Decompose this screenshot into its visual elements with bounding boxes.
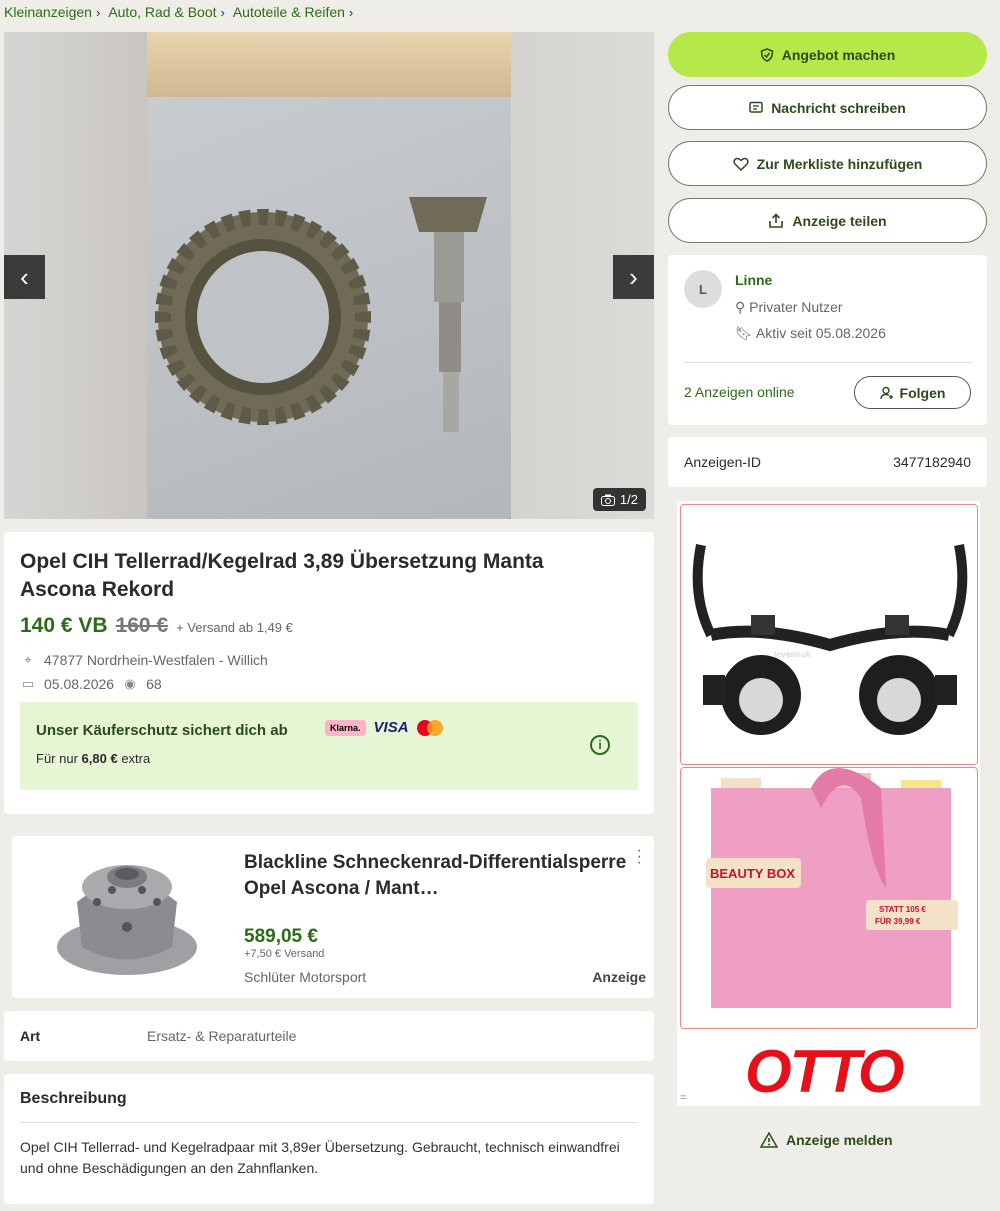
make-offer-button[interactable]: Angebot machen xyxy=(668,32,987,77)
image-counter: 1/2 xyxy=(592,488,646,511)
view-count: 68 xyxy=(146,676,162,692)
user-plus-icon xyxy=(879,386,893,399)
sponsored-listing[interactable]: Blackline Schneckenrad-Differentialsperr… xyxy=(12,836,654,998)
follow-button[interactable]: Folgen xyxy=(854,376,971,409)
share-listing-button[interactable]: Anzeige teilen xyxy=(668,198,987,243)
sponsored-title[interactable]: Blackline Schneckenrad-Differentialsperr… xyxy=(244,850,634,902)
ad-menu-icon[interactable]: = xyxy=(680,1092,686,1104)
listing-id-label: Anzeigen-ID xyxy=(684,454,762,470)
listing-title: Opel CIH Tellerrad/Kegelrad 3,89 Überset… xyxy=(20,550,544,601)
shield-icon xyxy=(760,47,774,62)
listing-id-value: 3477182940 xyxy=(893,454,971,470)
breadcrumb-item-kleinanzeigen[interactable]: Kleinanzeigen › xyxy=(4,4,100,20)
date: 05.08.2026 xyxy=(44,676,115,692)
seller-name[interactable]: Linne xyxy=(735,272,772,288)
ad-label: Anzeige xyxy=(592,969,646,985)
visa-logo: VISA xyxy=(373,719,409,736)
svg-text:STATT 105 €: STATT 105 € xyxy=(879,905,926,914)
shipping-info: + Versand ab 1,49 € xyxy=(176,620,293,635)
beauty-box-bag-image: BEAUTY BOX STATT 105 € FÜR 39,99 € xyxy=(681,768,977,1028)
avatar[interactable]: L xyxy=(684,270,722,308)
location-row: ⌖ 47877 Nordrhein-Westfalen - Willich xyxy=(20,652,638,668)
magnifier-glasses-image: levenhuk xyxy=(681,505,977,764)
attributes-card: Art Ersatz- & Reparaturteile xyxy=(4,1011,654,1061)
bookmark-icon: 🔖︎ xyxy=(735,325,756,341)
listing-id-card: Anzeigen-ID 3477182940 xyxy=(668,437,987,487)
klarna-logo: Klarna. xyxy=(325,719,366,736)
description-card: Beschreibung Opel CIH Tellerrad- und Keg… xyxy=(4,1074,654,1204)
seller-card: L Linne ⚲ Privater Nutzer 🔖︎ Aktiv seit … xyxy=(668,255,987,425)
more-options-icon[interactable]: · · · xyxy=(637,843,642,871)
eye-icon: ◉ xyxy=(124,676,136,691)
breadcrumb-item-autoteile[interactable]: Autoteile & Reifen › xyxy=(233,4,353,20)
external-ad-banner[interactable]: ▷ ⋮ levenhuk BEAUTY BOX xyxy=(676,500,981,1107)
price-row: 140 € VB 160 € + Versand ab 1,49 € xyxy=(20,614,638,638)
attribute-key: Art xyxy=(20,1028,41,1044)
breadcrumb: Kleinanzeigen › Auto, Rad & Boot › Autotei… xyxy=(4,4,353,20)
ad-loupe-panel[interactable]: levenhuk xyxy=(680,504,978,765)
image-gallery[interactable]: ‹ › 1/2 xyxy=(4,32,654,519)
sponsored-seller: Schlüter Motorsport xyxy=(244,969,367,985)
buyer-protection-fee: Für nur 6,80 € extra xyxy=(36,751,151,766)
svg-text:levenhuk: levenhuk xyxy=(774,650,811,659)
message-icon xyxy=(749,101,763,113)
previous-image-button[interactable]: ‹ xyxy=(4,255,45,299)
location: 47877 Nordrhein-Westfalen - Willich xyxy=(44,652,268,668)
camera-icon xyxy=(600,494,615,506)
buyer-protection-banner[interactable]: Unser Käuferschutz sichert dich ab Für n… xyxy=(20,702,638,790)
chevron-right-icon: › xyxy=(629,261,638,292)
gear-photo-illustration xyxy=(155,197,487,432)
listing-photo[interactable] xyxy=(147,32,511,519)
svg-text:FÜR 39,99 €: FÜR 39,99 € xyxy=(875,917,921,926)
seller-type: ⚲ Privater Nutzer xyxy=(735,299,843,315)
share-icon xyxy=(769,212,784,228)
payment-logos: Klarna. VISA xyxy=(325,719,443,736)
description-text: Opel CIH Tellerrad- und Kegelradpaar mit… xyxy=(20,1139,620,1176)
location-pin-icon: ⌖ xyxy=(24,652,32,667)
report-listing-link[interactable]: Anzeige melden xyxy=(760,1132,893,1148)
chevron-left-icon: ‹ xyxy=(20,261,29,292)
write-message-button[interactable]: Nachricht schreiben xyxy=(668,85,987,130)
seller-active-since: 🔖︎ Aktiv seit 05.08.2026 xyxy=(735,325,886,341)
sponsored-shipping: +7,50 € Versand xyxy=(244,948,325,960)
description-heading: Beschreibung xyxy=(20,1090,638,1123)
mastercard-logo xyxy=(416,719,443,736)
differential-product-image xyxy=(57,865,197,975)
attribute-value: Ersatz- & Reparaturteile xyxy=(147,1028,297,1044)
otto-logo: OTTO xyxy=(745,1038,905,1105)
chevron-right-icon: › xyxy=(95,4,101,20)
sponsored-price: 589,05 € xyxy=(244,926,318,947)
chevron-right-icon: › xyxy=(348,4,354,20)
listing-details-card: Opel CIH Tellerrad/Kegelrad 3,89 Überset… xyxy=(4,532,654,814)
chevron-right-icon: › xyxy=(220,4,225,20)
breadcrumb-item-auto[interactable]: Auto, Rad & Boot › xyxy=(108,4,225,20)
date-views-row: ▭ 05.08.2026 ◉ 68 xyxy=(20,676,638,692)
seller-ads-link[interactable]: 2 Anzeigen online xyxy=(684,384,795,400)
calendar-icon: ▭ xyxy=(21,676,35,691)
user-icon: ⚲ xyxy=(735,299,750,315)
next-image-button[interactable]: › xyxy=(613,255,654,299)
price: 140 € VB xyxy=(20,614,108,637)
add-to-watchlist-button[interactable]: Zur Merkliste hinzufügen xyxy=(668,141,987,186)
heart-icon xyxy=(733,157,749,171)
svg-text:BEAUTY BOX: BEAUTY BOX xyxy=(710,866,795,881)
old-price: 160 € xyxy=(115,614,169,637)
info-icon[interactable]: i xyxy=(590,735,610,755)
ad-beauty-box-panel[interactable]: BEAUTY BOX STATT 105 € FÜR 39,99 € xyxy=(680,767,978,1029)
warning-icon xyxy=(760,1132,778,1148)
